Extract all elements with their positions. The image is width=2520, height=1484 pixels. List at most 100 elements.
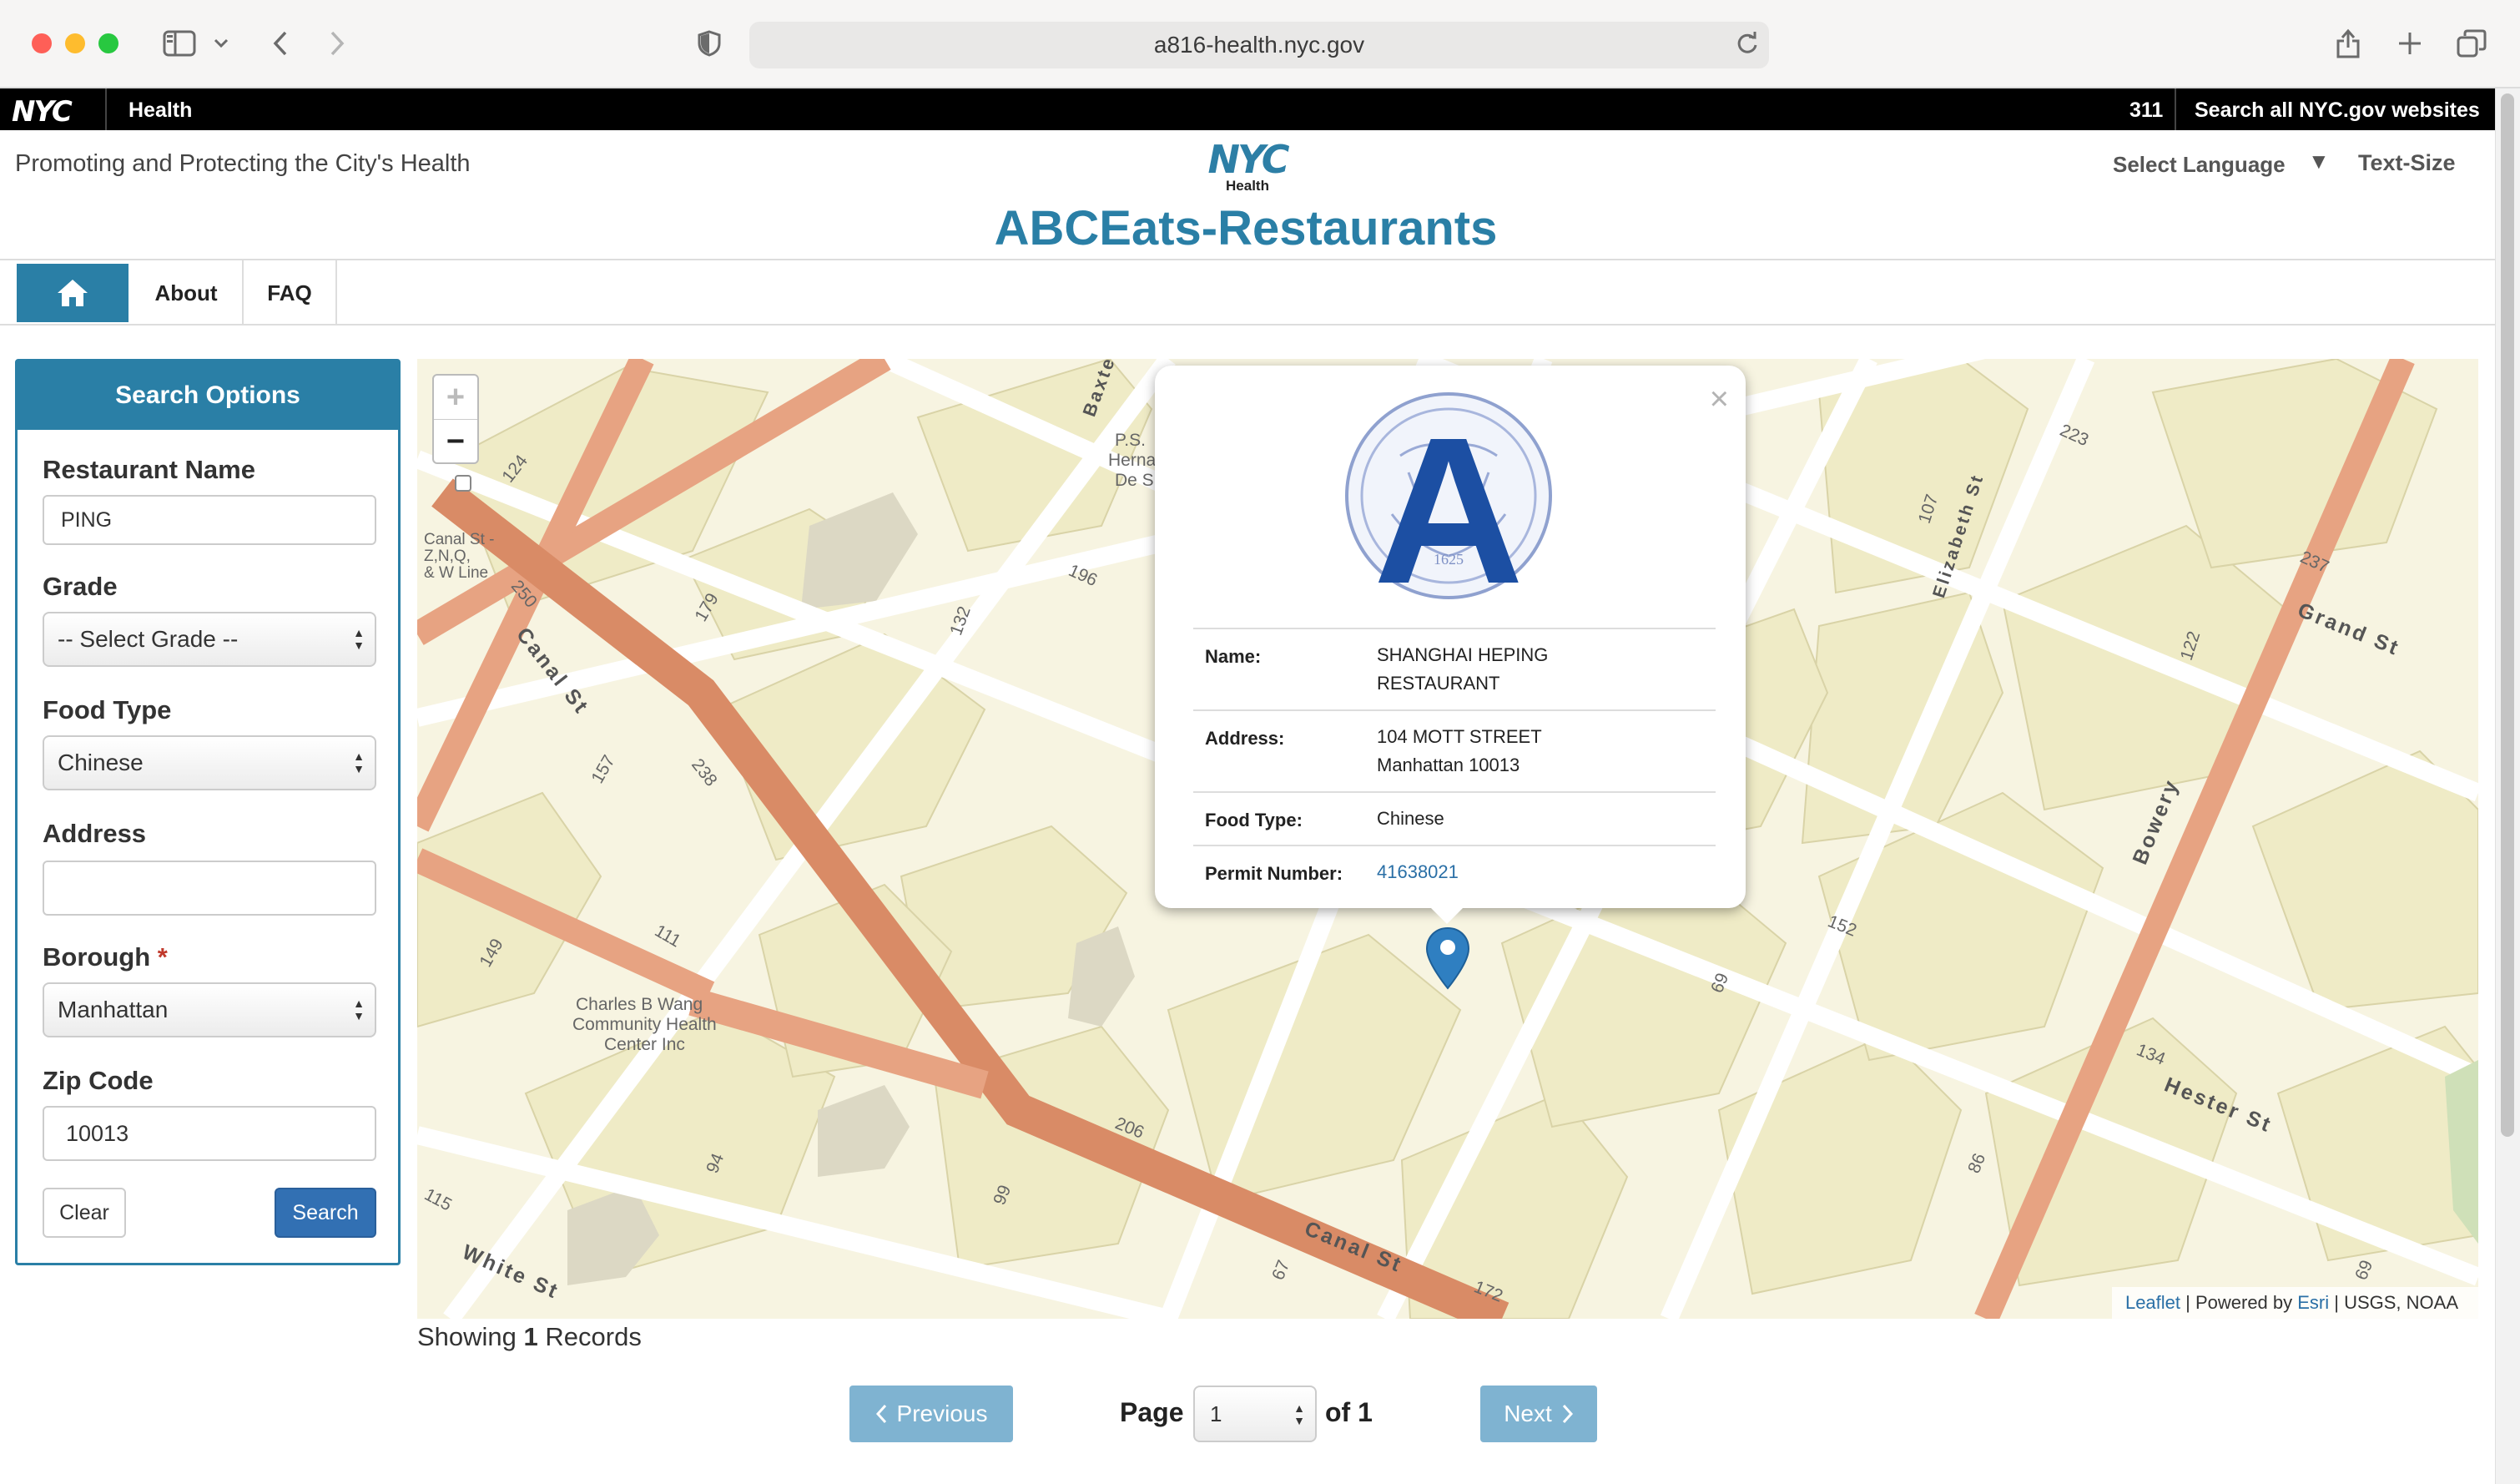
divider	[2175, 88, 2176, 130]
select-arrows-icon: ▲ ▼	[1293, 1401, 1305, 1427]
search-options-panel: Search Options Restaurant Name PING Grad…	[15, 359, 401, 1265]
zip-code-input[interactable]: 10013	[43, 1106, 376, 1161]
esri-link[interactable]: Esri	[2297, 1292, 2329, 1313]
select-language-link[interactable]: Select Language	[2113, 152, 2286, 178]
select-arrows-icon: ▲ ▼	[353, 626, 365, 652]
map-view[interactable]: Canal St Canal St Hester St Grand St Bow…	[417, 359, 2478, 1319]
results-number: 1	[523, 1322, 538, 1351]
page-select-value: 1	[1210, 1401, 1222, 1426]
close-icon[interactable]: ×	[1710, 382, 1729, 416]
tab-overview-icon[interactable]	[2453, 22, 2490, 65]
food-type-value: Chinese	[1377, 791, 1716, 845]
zoom-out-button[interactable]: −	[434, 420, 477, 464]
poi-label: P.S.	[1115, 431, 1146, 450]
chevron-down-icon[interactable]	[209, 22, 234, 65]
chevron-left-icon	[875, 1404, 886, 1424]
poi-label: Z,N,Q,	[424, 548, 471, 565]
divider	[105, 88, 107, 130]
address-line-1: 104 MOTT STREET	[1377, 726, 1542, 747]
map-attribution: Leaflet | Powered by Esri | USGS, NOAA	[2111, 1287, 2478, 1319]
browser-toolbar: a816-health.nyc.gov	[0, 0, 2520, 88]
page-total: of 1	[1325, 1397, 1373, 1427]
forward-icon[interactable]	[322, 22, 352, 65]
restaurant-info-table: Name: SHANGHAI HEPING RESTAURANT Address…	[1193, 628, 1716, 898]
privacy-shield-icon[interactable]	[694, 22, 724, 65]
restaurant-popup: × 1625 A Name: SHANGHAI HEPING RESTAURAN…	[1155, 366, 1746, 908]
restaurant-name-input[interactable]: PING	[43, 495, 376, 545]
new-tab-icon[interactable]	[2393, 22, 2427, 65]
page-scrollbar[interactable]	[2495, 88, 2520, 1484]
reload-icon[interactable]	[1736, 32, 1759, 59]
share-icon[interactable]	[2331, 22, 2365, 65]
select-arrows-icon: ▲ ▼	[353, 750, 365, 775]
search-nyc-link[interactable]: Search all NYC.gov websites	[2195, 98, 2480, 123]
popup-tip	[1429, 906, 1465, 924]
nav-faq[interactable]: FAQ	[244, 260, 337, 326]
map-marker-icon[interactable]	[1425, 926, 1470, 990]
tagline: Promoting and Protecting the City's Heal…	[15, 150, 471, 177]
main-nav: About FAQ	[0, 259, 2495, 326]
text-size-link[interactable]: Text-Size	[2358, 150, 2456, 176]
nyc-logo[interactable]: NYC	[12, 95, 73, 129]
address-input[interactable]	[43, 861, 376, 916]
name-line-1: SHANGHAI HEPING	[1377, 644, 1549, 665]
back-icon[interactable]	[265, 22, 295, 65]
food-type-select[interactable]: Chinese ▲ ▼	[43, 735, 376, 790]
previous-label: Previous	[896, 1401, 988, 1426]
health-link[interactable]: Health	[129, 98, 192, 123]
search-options-title: Search Options	[18, 361, 398, 430]
restaurant-name-label: Restaurant Name	[43, 455, 255, 484]
zoom-in-button[interactable]: +	[434, 376, 477, 420]
table-row: Address: 104 MOTT STREET Manhattan 10013	[1193, 709, 1716, 792]
minimize-window-button[interactable]	[65, 33, 85, 53]
results-prefix: Showing	[417, 1322, 517, 1351]
address-value: 104 MOTT STREET Manhattan 10013	[1377, 709, 1716, 792]
search-button[interactable]: Search	[275, 1188, 376, 1238]
borough-select[interactable]: Manhattan ▲ ▼	[43, 982, 376, 1037]
close-window-button[interactable]	[32, 33, 52, 53]
nav-about[interactable]: About	[130, 260, 244, 326]
poi-label: Charles B Wang	[576, 995, 703, 1014]
poi-label: Community Health	[572, 1015, 717, 1034]
link-311[interactable]: 311	[2129, 98, 2163, 123]
grade-label: Grade	[43, 572, 118, 601]
zoom-window-button[interactable]	[98, 33, 118, 53]
clear-button[interactable]: Clear	[43, 1188, 126, 1238]
leaflet-link[interactable]: Leaflet	[2125, 1292, 2180, 1313]
zoom-control: + −	[432, 374, 479, 464]
page-title: ABCEats-Restaurants	[994, 201, 1498, 255]
poi-label: De S	[1115, 471, 1154, 490]
previous-button[interactable]: Previous	[849, 1386, 1013, 1442]
table-row: Food Type: Chinese	[1193, 791, 1716, 845]
select-arrows-icon: ▲ ▼	[353, 997, 365, 1022]
permit-number-link[interactable]: 41638021	[1377, 861, 1459, 882]
permit-number-value: 41638021	[1377, 845, 1716, 898]
grade-letter: A	[1373, 394, 1525, 603]
address-key: Address:	[1193, 709, 1377, 792]
address-line-2: Manhattan 10013	[1377, 755, 1520, 775]
next-button[interactable]: Next	[1480, 1386, 1597, 1442]
grade-select-value: -- Select Grade --	[58, 626, 239, 652]
scrollbar-thumb[interactable]	[2501, 93, 2514, 1137]
caret-down-icon[interactable]: ▼	[2308, 149, 2330, 174]
food-type-label: Food Type	[43, 695, 172, 724]
nyc-global-bar: NYC Health 311 Search all NYC.gov websit…	[0, 88, 2495, 130]
zip-code-label: Zip Code	[43, 1066, 154, 1095]
food-type-key: Food Type:	[1193, 791, 1377, 845]
address-label: Address	[43, 819, 147, 848]
grade-a-seal-icon: 1625 A	[1345, 392, 1552, 603]
page-select[interactable]: 1 ▲ ▼	[1193, 1386, 1317, 1442]
home-icon	[58, 280, 88, 306]
nyc-health-logo[interactable]: NYC Health	[1198, 140, 1297, 194]
name-value: SHANGHAI HEPING RESTAURANT	[1377, 628, 1716, 710]
name-line-2: RESTAURANT	[1377, 673, 1500, 694]
name-key: Name:	[1193, 628, 1377, 710]
address-bar[interactable]: a816-health.nyc.gov	[749, 22, 1769, 68]
grade-select[interactable]: -- Select Grade -- ▲ ▼	[43, 612, 376, 667]
url-text: a816-health.nyc.gov	[1153, 32, 1365, 58]
poi-label: Canal St -	[424, 531, 495, 548]
nav-home-button[interactable]	[17, 264, 129, 322]
sidebar-toggle-icon[interactable]	[159, 22, 200, 65]
poi-label: Herna	[1108, 451, 1157, 470]
required-mark: *	[157, 942, 168, 972]
